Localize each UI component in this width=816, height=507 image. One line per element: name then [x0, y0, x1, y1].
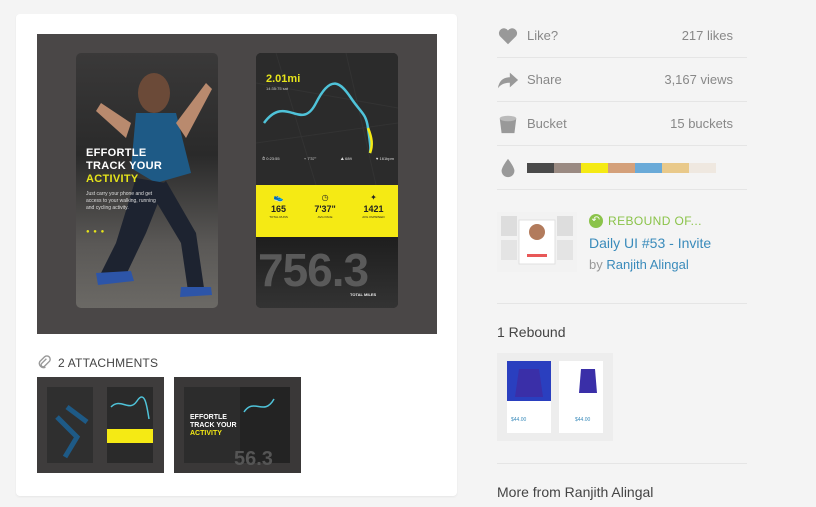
thumbnail-preview — [47, 387, 153, 463]
meta-heart-rate: ♥ 161bpm — [376, 156, 394, 161]
meta-pace: ⌁ 7'37" — [303, 156, 317, 161]
svg-text:56.3: 56.3 — [234, 448, 273, 470]
author-link[interactable]: Ranjith Alingal — [606, 257, 688, 272]
pager-dots: ● ● ● — [86, 229, 106, 235]
svg-text:ACTIVITY: ACTIVITY — [190, 430, 222, 437]
rebound-of-label: REBOUND OF... — [608, 214, 702, 228]
rebound-of-title: ↶ REBOUND OF... — [589, 214, 702, 228]
attachments-label: 2 ATTACHMENTS — [58, 355, 159, 370]
attachment-thumbnail-1[interactable] — [37, 377, 164, 473]
stat-label: AVG PACE — [317, 215, 333, 219]
stat-avg-speed: ✦ 1421 AVG KM/SPEED — [362, 193, 384, 237]
rebound-price-1: $44.00 — [511, 417, 527, 423]
color-palette-row — [497, 146, 747, 190]
palette-swatch-2[interactable] — [554, 162, 581, 173]
activity-meta: ⏱ 0:23:55 ⌁ 7'37" ⛰ 68ft ♥ 161bpm — [262, 156, 394, 161]
stats-panel: 👟 165 TOTAL RUNS ◷ 7'37" AVG PACE ✦ 1421… — [256, 185, 398, 237]
rebound-source-author: by Ranjith Alingal — [589, 257, 689, 272]
stat-avg-pace: ◷ 7'37" AVG PACE — [314, 193, 335, 237]
rebounds-heading: 1 Rebound — [497, 324, 566, 340]
likes-count[interactable]: 217 likes — [682, 28, 733, 43]
headline-line-3: ACTIVITY — [86, 173, 139, 185]
rebound-source-link[interactable]: Daily UI #53 - Invite — [589, 235, 711, 251]
distance-value: 2.01mi — [266, 73, 301, 85]
palette-swatch-1[interactable] — [527, 162, 554, 173]
more-from-heading: More from Ranjith Alingal — [497, 484, 654, 500]
meta-duration: ⏱ 0:23:55 — [262, 156, 280, 161]
like-label[interactable]: Like? — [527, 28, 682, 43]
svg-text:EFFORTLE: EFFORTLE — [190, 414, 227, 421]
speed-icon: ✦ — [370, 193, 377, 202]
heart-icon — [498, 27, 518, 44]
meta-elevation: ⛰ 68ft — [340, 156, 352, 161]
views-count: 3,167 views — [664, 72, 733, 87]
palette-swatch-5[interactable] — [635, 162, 662, 173]
stat-value: 165 — [271, 204, 287, 214]
total-miles-number: 756.3 — [258, 244, 369, 296]
left-phone-mockup: EFFORTLE TRACK YOUR ACTIVITY Just carry … — [76, 53, 218, 308]
color-palette — [527, 162, 716, 173]
palette-swatch-6[interactable] — [662, 162, 689, 173]
rebound-arrow-icon: ↶ — [589, 214, 603, 228]
share-arrow-icon — [497, 72, 519, 88]
headline-line-1: EFFORTLE — [86, 147, 147, 159]
like-row[interactable]: Like? 217 likes — [497, 14, 747, 58]
stat-value: 1421 — [363, 204, 384, 214]
share-row[interactable]: Share 3,167 views — [497, 58, 747, 102]
right-phone-mockup: 2.01mi 14:35:75 sat ⏱ 0:23:55 ⌁ 7'37" ⛰ … — [256, 53, 398, 308]
rebound-thumbnail[interactable]: $44.00 $44.00 — [497, 353, 613, 441]
rebound-preview: $44.00 $44.00 — [507, 361, 603, 433]
attachments-heading[interactable]: 2 ATTACHMENTS — [37, 355, 158, 370]
palette-swatch-4[interactable] — [608, 162, 635, 173]
palette-swatch-7[interactable] — [689, 162, 716, 173]
bucket-label[interactable]: Bucket — [527, 116, 670, 131]
left-phone-headline: EFFORTLE TRACK YOUR ACTIVITY — [86, 147, 162, 186]
shot-card: EFFORTLE TRACK YOUR ACTIVITY Just carry … — [16, 14, 457, 496]
by-label: by — [589, 257, 603, 272]
attachment-thumbnail-2[interactable]: EFFORTLE TRACK YOUR ACTIVITY 56.3 — [174, 377, 301, 473]
total-miles-label: TOTAL MILES — [350, 292, 377, 297]
timestamp: 14:35:75 sat — [266, 86, 289, 91]
rebound-thumbnail-preview — [497, 212, 577, 272]
clock-icon: ◷ — [321, 193, 329, 202]
section-divider — [497, 463, 747, 464]
stat-total-runs: 👟 165 TOTAL RUNS — [269, 193, 288, 237]
stat-label: TOTAL RUNS — [269, 215, 288, 219]
thumbnail-preview: EFFORTLE TRACK YOUR ACTIVITY 56.3 — [184, 387, 290, 470]
palette-swatch-3[interactable] — [581, 162, 608, 173]
paperclip-icon — [38, 355, 51, 369]
headline-line-2: TRACK YOUR — [86, 160, 163, 172]
rebound-price-2: $44.00 — [575, 417, 591, 423]
buckets-count[interactable]: 15 buckets — [670, 116, 733, 131]
stat-label: AVG KM/SPEED — [362, 215, 385, 219]
bucket-icon — [499, 115, 517, 133]
bucket-row[interactable]: Bucket 15 buckets — [497, 102, 747, 146]
svg-text:TRACK YOUR: TRACK YOUR — [190, 422, 237, 429]
droplet-icon — [501, 158, 515, 177]
rebound-of-block: ↶ REBOUND OF... Daily UI #53 - Invite by… — [497, 212, 747, 304]
shoe-icon: 👟 — [273, 193, 284, 202]
stat-value: 7'37" — [314, 204, 336, 214]
route-map: 2.01mi 14:35:75 sat ⏱ 0:23:55 ⌁ 7'37" ⛰ … — [256, 53, 398, 186]
shot-image[interactable]: EFFORTLE TRACK YOUR ACTIVITY Just carry … — [37, 34, 437, 334]
share-label[interactable]: Share — [527, 72, 664, 87]
rebound-source-thumbnail[interactable] — [497, 212, 577, 272]
left-phone-subtext: Just carry your phone and get access to … — [86, 191, 156, 211]
